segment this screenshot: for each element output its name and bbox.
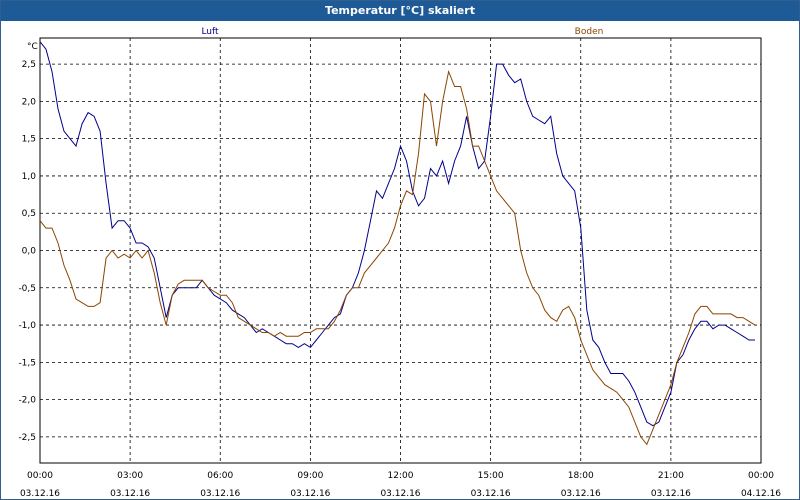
y-tick-label: 1,5 (22, 135, 36, 145)
x-tick-time: 21:00 (658, 471, 684, 481)
x-tick-date: 03.12.16 (290, 489, 330, 499)
x-tick-time: 00:00 (27, 471, 53, 481)
x-tick-time: 18:00 (568, 471, 594, 481)
x-tick-date: 03.12.16 (471, 489, 511, 499)
chart-window: Temperatur [°C] skaliert 2,5 2,0 1,5 1,0 0,5… (0, 0, 800, 500)
y-tick-label: 2,0 (22, 97, 37, 107)
x-tick-time: 03:00 (117, 471, 143, 481)
y-tick-label: 2,5 (22, 60, 36, 70)
legend-entry-luft: Luft (201, 27, 219, 37)
x-tick-time: 15:00 (478, 471, 504, 481)
chart-title: Temperatur [°C] skaliert (1, 1, 799, 21)
x-tick-date: 03.12.16 (20, 489, 60, 499)
x-tick-date: 04.12.16 (741, 489, 781, 499)
y-tick-label: -2,5 (18, 433, 36, 443)
y-axis-label: °C (27, 42, 38, 52)
legend: Luft Boden (201, 27, 603, 37)
x-tick-time: 09:00 (297, 471, 323, 481)
x-tick-date: 03.12.16 (561, 489, 601, 499)
y-tick-label: 0,0 (22, 247, 37, 257)
y-axis-ticks: 2,5 2,0 1,5 1,0 0,5 0,0 -0,5 -1,0 -1,5 -2,0 -2,5 (18, 60, 36, 443)
y-tick-label: 0,5 (22, 209, 36, 219)
y-tick-label: -1,0 (18, 321, 36, 331)
x-tick-date: 03.12.16 (380, 489, 420, 499)
x-tick-date: 03.12.16 (200, 489, 240, 499)
x-tick-date: 03.12.16 (651, 489, 691, 499)
temperature-chart: 2,5 2,0 1,5 1,0 0,5 0,0 -0,5 -1,0 -1,5 -2,0 -2,5 0… (18, 27, 781, 499)
y-tick-label: -0,5 (18, 284, 36, 294)
x-tick-time: 12:00 (388, 471, 414, 481)
y-tick-label: -1,5 (18, 358, 36, 368)
x-axis-ticks: 00:00 03.12.16 03:00 03.12.16 06:00 03.12.16 0… (20, 471, 781, 499)
y-tick-label: -2,0 (18, 396, 36, 406)
legend-entry-boden: Boden (575, 27, 604, 37)
x-tick-time: 06:00 (207, 471, 233, 481)
x-tick-date: 03.12.16 (110, 489, 150, 499)
y-tick-label: 1,0 (22, 172, 37, 182)
x-tick-time: 00:00 (748, 471, 774, 481)
